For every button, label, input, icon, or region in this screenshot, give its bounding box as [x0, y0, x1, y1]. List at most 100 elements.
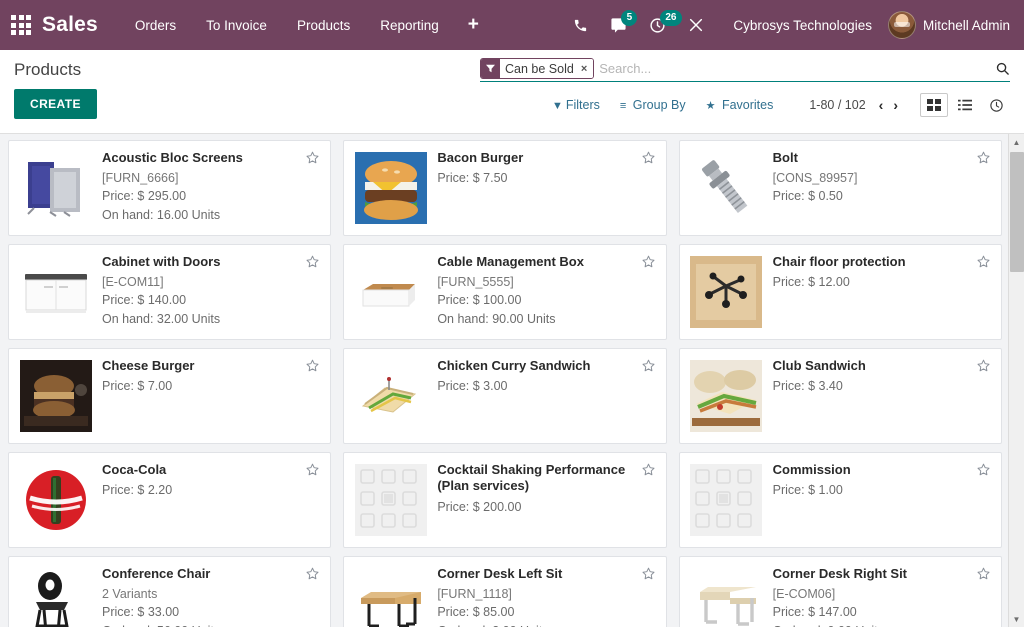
scroll-up-arrow-icon[interactable]: ▲ [1009, 134, 1024, 150]
product-card-body: Cocktail Shaking Performance (Plan servi… [437, 462, 655, 538]
product-card[interactable]: Chair floor protection Price: $ 12.00 [679, 244, 1002, 340]
product-card-body: Corner Desk Left Sit [FURN_1118]Price: $ … [437, 566, 655, 627]
favorite-star-icon[interactable] [305, 254, 320, 272]
pager-previous-button[interactable]: ‹ [874, 97, 889, 113]
product-name: Chair floor protection [773, 254, 969, 270]
company-switcher[interactable]: Cybrosys Technologies [733, 18, 872, 33]
product-card[interactable]: Coca-ColaPrice: $ 2.20 [8, 452, 331, 548]
favorite-star-icon[interactable] [976, 150, 991, 168]
menu-orders[interactable]: Orders [120, 12, 191, 39]
phone-icon[interactable] [573, 18, 588, 33]
messages-count-badge: 5 [621, 10, 637, 26]
favorite-star-icon[interactable] [305, 150, 320, 168]
product-card[interactable]: Conference Chair2 VariantsPrice: $ 33.00… [8, 556, 331, 627]
filter-caret-icon: ▼ [552, 100, 563, 112]
pager-value[interactable]: 1-80 / 102 [809, 98, 865, 112]
product-image [18, 566, 93, 627]
product-price: Price: $ 12.00 [773, 273, 969, 291]
favorite-star-icon[interactable] [976, 566, 991, 584]
product-name: Acoustic Bloc Screens [102, 150, 298, 166]
product-card-body: Cable Management Box[FURN_5555]Price: $ … [437, 254, 655, 330]
product-card[interactable]: Cheese BurgerPrice: $ 7.00 [8, 348, 331, 444]
product-reference: [FURN_1118] [437, 585, 633, 603]
product-card[interactable]: Cabinet with Doors[E-COM11]Price: $ 140.… [8, 244, 331, 340]
user-menu[interactable]: Mitchell Admin [888, 11, 1010, 39]
menu-to-invoice[interactable]: To Invoice [191, 12, 282, 39]
favorite-star-icon[interactable] [641, 254, 656, 272]
favorite-star-icon[interactable] [976, 462, 991, 480]
product-on-hand: On hand: 56.00 Units [102, 622, 298, 627]
groupby-dropdown[interactable]: ≡ Group By [620, 98, 686, 112]
filters-label: Filters [566, 98, 600, 112]
menu-products[interactable]: Products [282, 12, 365, 39]
view-activity-button[interactable] [982, 93, 1010, 117]
scroll-down-arrow-icon[interactable]: ▼ [1009, 611, 1024, 627]
product-card-body: Club SandwichPrice: $ 3.40 [773, 358, 991, 434]
product-name: Commission [773, 462, 969, 478]
activities-clock-icon[interactable]: 26 [649, 17, 666, 34]
user-name: Mitchell Admin [923, 18, 1010, 33]
favorite-star-icon[interactable] [641, 462, 656, 480]
view-switcher [917, 93, 1010, 117]
create-button[interactable]: CREATE [14, 89, 97, 119]
product-card[interactable]: Corner Desk Left Sit [FURN_1118]Price: $ … [343, 556, 666, 627]
favorites-dropdown[interactable]: ★ Favorites [706, 98, 774, 112]
product-name: Corner Desk Left Sit [437, 566, 633, 582]
product-name: Cocktail Shaking Performance (Plan servi… [437, 462, 633, 495]
search-facet-can-be-sold[interactable]: Can be Sold × [480, 58, 594, 79]
view-kanban-button[interactable] [920, 93, 948, 117]
menu-reporting[interactable]: Reporting [365, 12, 454, 39]
avatar [888, 11, 916, 39]
menu-add-icon[interactable]: + [454, 12, 493, 38]
control-panel-buttons: ▼Filters ≡ Group By ★ Favorites 1-80 / 1… [480, 93, 1010, 117]
product-reference: [FURN_5555] [437, 273, 633, 291]
pager-next-button[interactable]: › [888, 97, 903, 113]
favorite-star-icon[interactable] [976, 254, 991, 272]
product-card[interactable]: Cable Management Box[FURN_5555]Price: $ … [343, 244, 666, 340]
product-on-hand: On hand: 0.00 Units [773, 622, 969, 627]
favorite-star-icon[interactable] [641, 150, 656, 168]
product-image [689, 150, 764, 225]
product-card-body: Conference Chair2 VariantsPrice: $ 33.00… [102, 566, 320, 627]
product-price: Price: $ 85.00 [437, 603, 633, 621]
product-reference: 2 Variants [102, 585, 298, 603]
favorite-star-icon[interactable] [305, 462, 320, 480]
search-input[interactable] [595, 59, 987, 78]
favorite-star-icon[interactable] [976, 358, 991, 376]
product-card-body: Chicken Curry SandwichPrice: $ 3.00 [437, 358, 655, 434]
product-name: Conference Chair [102, 566, 298, 582]
product-card[interactable]: Cocktail Shaking Performance (Plan servi… [343, 452, 666, 548]
app-brand-sales[interactable]: Sales [42, 13, 98, 37]
favorite-star-icon[interactable] [641, 566, 656, 584]
product-reference: [E-COM11] [102, 273, 298, 291]
product-card-body: Cheese BurgerPrice: $ 7.00 [102, 358, 320, 434]
search-facet-remove-icon[interactable]: × [579, 59, 593, 78]
messages-icon[interactable]: 5 [610, 17, 627, 34]
product-card[interactable]: Corner Desk Right Sit[E-COM06]Price: $ 1… [679, 556, 1002, 627]
search-view: Can be Sold × [480, 58, 1010, 82]
filter-icon [481, 59, 500, 78]
product-card[interactable]: Bolt[CONS_89957]Price: $ 0.50 [679, 140, 1002, 236]
product-price: Price: $ 147.00 [773, 603, 969, 621]
top-navbar: Sales Orders To Invoice Products Reporti… [0, 0, 1024, 50]
product-name: Cabinet with Doors [102, 254, 298, 270]
vertical-scrollbar[interactable]: ▲ ▼ [1008, 134, 1024, 627]
settings-wrench-icon[interactable] [688, 17, 704, 33]
product-name: Coca-Cola [102, 462, 298, 478]
product-card[interactable]: Chicken Curry SandwichPrice: $ 3.00 [343, 348, 666, 444]
product-image [689, 566, 764, 627]
product-card-body: Cabinet with Doors[E-COM11]Price: $ 140.… [102, 254, 320, 330]
product-card[interactable]: Club SandwichPrice: $ 3.40 [679, 348, 1002, 444]
favorite-star-icon[interactable] [305, 358, 320, 376]
favorite-star-icon[interactable] [305, 566, 320, 584]
view-list-button[interactable] [951, 93, 979, 117]
apps-grid-icon[interactable] [8, 12, 34, 38]
search-icon[interactable] [987, 61, 1010, 76]
filters-dropdown[interactable]: ▼Filters [552, 98, 600, 112]
scrollbar-thumb[interactable] [1010, 152, 1024, 272]
product-image [18, 254, 93, 329]
product-card[interactable]: Acoustic Bloc Screens[FURN_6666]Price: $… [8, 140, 331, 236]
product-card[interactable]: CommissionPrice: $ 1.00 [679, 452, 1002, 548]
favorite-star-icon[interactable] [641, 358, 656, 376]
product-card[interactable]: Bacon BurgerPrice: $ 7.50 [343, 140, 666, 236]
